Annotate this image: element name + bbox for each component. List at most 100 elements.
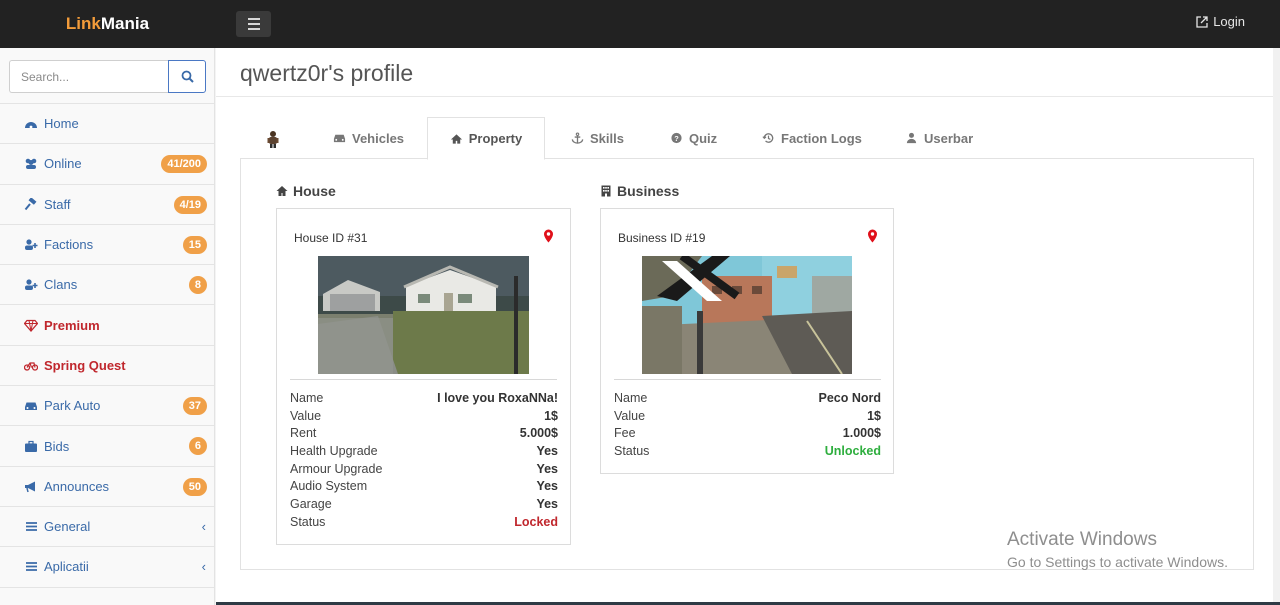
sidebar: Home Online 41/200 Staff 4/19 Factions 1… bbox=[0, 48, 215, 605]
status-locked: Locked bbox=[514, 514, 558, 529]
detail-row: Health Upgrade Yes bbox=[290, 443, 558, 461]
sidebar-item-clans[interactable]: Clans 8 bbox=[0, 264, 214, 304]
sidebar-item-label: Aplicatii bbox=[44, 559, 89, 575]
detail-key: Garage bbox=[290, 497, 332, 512]
sign-in-icon bbox=[1196, 15, 1208, 28]
login-label: Login bbox=[1213, 14, 1245, 29]
map-marker-icon[interactable] bbox=[543, 229, 554, 243]
home-icon bbox=[276, 186, 288, 196]
detail-row: Audio System Yes bbox=[290, 478, 558, 496]
sidebar-item-staff[interactable]: Staff 4/19 bbox=[0, 183, 214, 224]
diamond-icon bbox=[23, 319, 38, 332]
business-details: Name Peco Nord Value 1$ Fee 1.000$ Status Un… bbox=[614, 390, 881, 461]
sidebar-item-aplicatii[interactable]: Aplicatii ‹ bbox=[0, 546, 214, 586]
hamburger-icon-bar bbox=[247, 28, 260, 30]
tab-label: Skills bbox=[590, 130, 624, 146]
sidebar-item-label: Bids bbox=[44, 438, 70, 454]
tab-skills[interactable]: Skills bbox=[571, 117, 624, 159]
tab-quiz[interactable]: ? Quiz bbox=[670, 117, 717, 159]
sidebar-search bbox=[9, 60, 206, 93]
sidebar-item-label: Announces bbox=[44, 478, 110, 494]
detail-value: 1$ bbox=[867, 408, 881, 423]
sidebar-item-label: Clans bbox=[44, 277, 78, 293]
detail-key: Audio System bbox=[290, 479, 368, 494]
hamburger-icon-bar bbox=[247, 23, 260, 25]
brand-logo[interactable]: Link Mania bbox=[0, 0, 215, 48]
sidebar-item-label: Staff bbox=[44, 196, 71, 212]
count-badge: 37 bbox=[182, 397, 207, 416]
detail-row: Status Unlocked bbox=[614, 443, 881, 461]
count-badge: 41/200 bbox=[161, 155, 207, 174]
detail-row: Value 1$ bbox=[290, 408, 558, 426]
sidebar-item-spring-quest[interactable]: Spring Quest bbox=[0, 344, 214, 385]
tab-label: Faction Logs bbox=[781, 130, 862, 146]
car-icon bbox=[23, 399, 38, 412]
sidebar-item-label: Home bbox=[44, 116, 79, 132]
detail-value: Yes bbox=[536, 479, 558, 494]
hamburger-icon-bar bbox=[247, 18, 260, 20]
tab-userbar[interactable]: Userbar bbox=[905, 117, 973, 159]
business-section-title: Business bbox=[600, 183, 679, 199]
users-icon bbox=[23, 157, 38, 170]
detail-row: Status Locked bbox=[290, 514, 558, 532]
detail-value: 5.000$ bbox=[519, 426, 558, 441]
building-icon bbox=[601, 185, 611, 197]
page-title: qwertz0r's profile bbox=[240, 60, 414, 86]
list-icon bbox=[23, 520, 38, 533]
sidebar-item-online[interactable]: Online 41/200 bbox=[0, 143, 214, 183]
detail-value: Yes bbox=[536, 497, 558, 512]
sidebar-item-park-auto[interactable]: Park Auto 37 bbox=[0, 385, 214, 425]
tab-vehicles[interactable]: Vehicles bbox=[333, 117, 404, 159]
house-card: House ID #31 Name I love you RoxaNNa! Va… bbox=[276, 208, 571, 545]
user-icon bbox=[906, 132, 917, 144]
search-icon bbox=[181, 70, 194, 83]
business-image bbox=[642, 256, 852, 374]
sidebar-item-bids[interactable]: Bids 6 bbox=[0, 425, 214, 465]
login-link[interactable]: Login bbox=[1196, 14, 1245, 29]
watermark-line1: Activate Windows bbox=[1007, 529, 1157, 550]
detail-key: Armour Upgrade bbox=[290, 461, 383, 476]
top-navbar: Link Mania Login bbox=[0, 0, 1280, 48]
svg-text:?: ? bbox=[674, 134, 679, 143]
house-section-label: House bbox=[293, 183, 336, 199]
house-section-title: House bbox=[276, 183, 336, 199]
count-badge: 8 bbox=[188, 276, 207, 295]
detail-row: Rent 5.000$ bbox=[290, 425, 558, 443]
detail-row: Name I love you RoxaNNa! bbox=[290, 390, 558, 408]
map-marker-icon[interactable] bbox=[867, 229, 878, 243]
house-details: Name I love you RoxaNNa! Value 1$ Rent 5.00… bbox=[290, 390, 558, 532]
sidebar-item-premium[interactable]: Premium bbox=[0, 304, 214, 344]
sidebar-item-label: General bbox=[44, 519, 91, 535]
chevron-left-icon: ‹ bbox=[201, 518, 206, 534]
detail-key: Name bbox=[614, 391, 648, 405]
sidebar-item-home[interactable]: Home bbox=[0, 103, 214, 143]
windows-activation-watermark: Activate Windows Go to Settings to activ… bbox=[1007, 529, 1228, 570]
detail-row: Garage Yes bbox=[290, 496, 558, 514]
detail-value: Yes bbox=[536, 444, 558, 459]
search-input[interactable] bbox=[9, 60, 168, 93]
sidebar-item-announces[interactable]: Announces 50 bbox=[0, 465, 214, 506]
tab-faction-logs[interactable]: Faction Logs bbox=[762, 117, 862, 159]
sidebar-item-partial[interactable] bbox=[0, 586, 214, 605]
tab-label: Userbar bbox=[924, 130, 974, 146]
detail-value: Yes bbox=[536, 461, 558, 476]
sidebar-item-general[interactable]: General ‹ bbox=[0, 505, 214, 546]
detail-value: 1$ bbox=[544, 408, 558, 423]
scrollbar-track[interactable] bbox=[1273, 48, 1280, 605]
search-button[interactable] bbox=[168, 60, 206, 93]
detail-row: Name Peco Nord bbox=[614, 390, 881, 408]
brand-part2: Mania bbox=[100, 14, 150, 33]
detail-key: Value bbox=[614, 408, 646, 423]
sidebar-item-label: Factions bbox=[44, 237, 94, 253]
question-circle-icon: ? bbox=[671, 132, 682, 144]
main-content: qwertz0r's profile Vehicles Property Ski… bbox=[216, 48, 1273, 605]
status-unlocked: Unlocked bbox=[824, 444, 881, 459]
sidebar-item-factions[interactable]: Factions 15 bbox=[0, 223, 214, 264]
sidebar-nav: Home Online 41/200 Staff 4/19 Factions 1… bbox=[0, 103, 214, 605]
menu-toggle-button[interactable] bbox=[236, 11, 271, 37]
sidebar-item-label: Online bbox=[44, 156, 82, 172]
detail-row: Fee 1.000$ bbox=[614, 425, 881, 443]
property-panel: House House ID #31 Name I love you RoxaN… bbox=[240, 158, 1254, 570]
tab-property[interactable]: Property bbox=[427, 117, 545, 160]
player-skin-avatar[interactable] bbox=[266, 130, 280, 148]
